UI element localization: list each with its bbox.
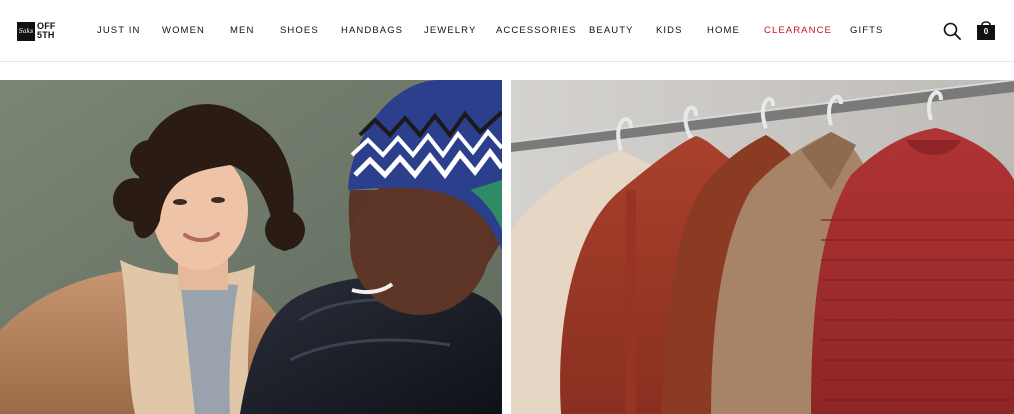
hero-tile-left[interactable]: [0, 80, 502, 414]
nav-item-beauty[interactable]: BEAUTY: [589, 25, 634, 36]
search-icon[interactable]: [943, 22, 961, 40]
couple-in-winter-coats-image: [0, 80, 502, 414]
nav-item-clearance[interactable]: CLEARANCE: [764, 25, 832, 36]
nav-item-home[interactable]: HOME: [707, 25, 740, 36]
nav-item-men[interactable]: MEN: [230, 25, 254, 36]
nav-item-accessories[interactable]: ACCESSORIES: [496, 25, 577, 36]
nav-item-gifts[interactable]: GIFTS: [850, 25, 883, 36]
nav-item-women[interactable]: WOMEN: [162, 25, 205, 36]
nav-item-kids[interactable]: KIDS: [656, 25, 683, 36]
site-header: Saks OFF 5TH JUST IN WOMEN MEN SHOES HAN…: [0, 0, 1014, 62]
nav-item-handbags[interactable]: HANDBAGS: [341, 25, 403, 36]
nav-item-just-in[interactable]: JUST IN: [97, 25, 140, 36]
shopping-bag-button[interactable]: 0: [975, 19, 997, 41]
sweaters-on-rack-image: [511, 80, 1014, 414]
main-nav: JUST IN WOMEN MEN SHOES HANDBAGS JEWELRY…: [0, 25, 1014, 39]
bag-count: 0: [983, 27, 989, 36]
nav-item-jewelry[interactable]: JEWELRY: [424, 25, 476, 36]
nav-item-shoes[interactable]: SHOES: [280, 25, 319, 36]
hero-tile-right[interactable]: [511, 80, 1014, 414]
